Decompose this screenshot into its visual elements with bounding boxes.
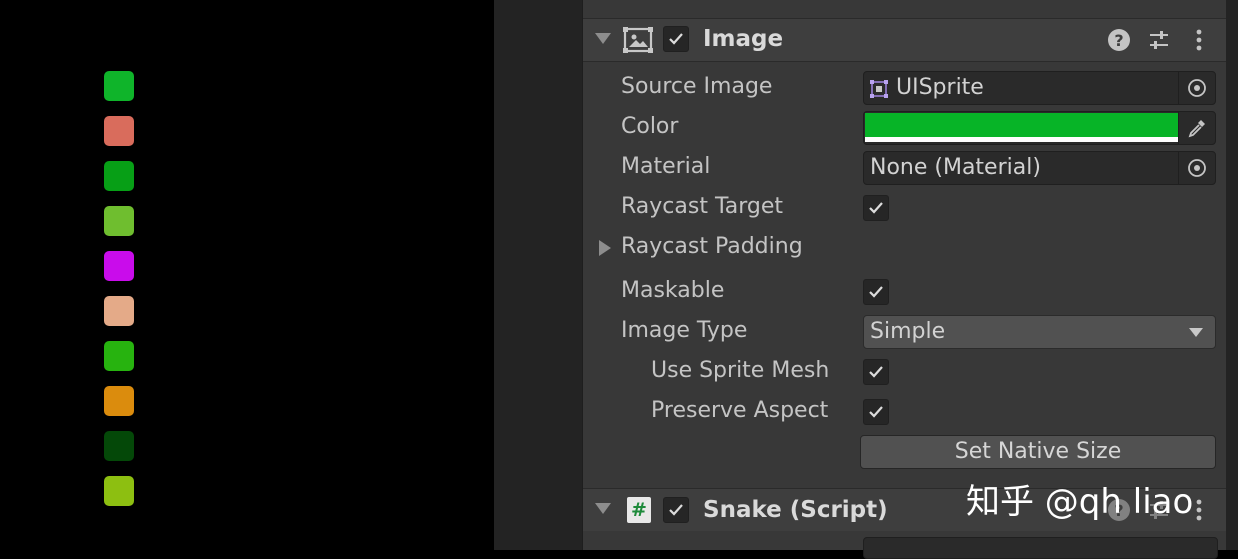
set-native-size-button[interactable]: Set Native Size: [860, 435, 1216, 469]
color-field[interactable]: [863, 111, 1216, 145]
script-field[interactable]: [863, 537, 1218, 559]
maskable-label: Maskable: [621, 278, 725, 303]
foldout-arrow-icon[interactable]: [599, 240, 611, 256]
source-image-label: Source Image: [621, 74, 773, 99]
target-picker-icon: [1188, 79, 1206, 97]
image-component-header[interactable]: Image ?: [583, 18, 1227, 62]
swatch-3: [104, 161, 134, 191]
use-sprite-mesh-checkbox[interactable]: [863, 359, 889, 385]
alpha-bar: [865, 137, 1179, 142]
scrollbar-track[interactable]: [1226, 0, 1238, 550]
component-title: Image: [703, 26, 784, 52]
raycast-target-label: Raycast Target: [621, 194, 784, 219]
script-field-row: [583, 531, 1227, 559]
snake-enabled-checkbox[interactable]: [663, 497, 689, 523]
eyedropper-button[interactable]: [1178, 112, 1215, 144]
image-enabled-checkbox[interactable]: [663, 26, 689, 52]
checkmark-icon: [869, 202, 883, 214]
color-swatch[interactable]: [865, 113, 1179, 137]
dropdown-arrow-icon: [1189, 328, 1203, 337]
raycast-padding-label[interactable]: Raycast Padding: [621, 234, 803, 259]
material-value: None (Material): [870, 155, 1041, 180]
source-image-field[interactable]: UISprite: [863, 71, 1216, 105]
foldout-arrow-icon[interactable]: [595, 503, 611, 514]
swatch-8: [104, 386, 134, 416]
raycast-target-checkbox[interactable]: [863, 195, 889, 221]
swatch-7: [104, 341, 134, 371]
material-label: Material: [621, 154, 711, 179]
swatch-4: [104, 206, 134, 236]
use-sprite-mesh-label: Use Sprite Mesh: [651, 358, 830, 383]
checkmark-icon: [869, 366, 883, 378]
checkmark-icon: [869, 286, 883, 298]
swatch-6: [104, 296, 134, 326]
component-title: Snake (Script): [703, 497, 888, 523]
preserve-aspect-checkbox[interactable]: [863, 399, 889, 425]
swatch-9: [104, 431, 134, 461]
foldout-arrow-icon[interactable]: [595, 33, 611, 44]
swatch-10: [104, 476, 134, 506]
image-type-dropdown[interactable]: Simple: [863, 315, 1216, 349]
checkmark-icon: [669, 504, 683, 516]
swatch-2: [104, 116, 134, 146]
svg-text:?: ?: [1114, 31, 1123, 50]
game-view: [0, 0, 494, 550]
maskable-checkbox[interactable]: [863, 279, 889, 305]
checkmark-icon: [869, 406, 883, 418]
scene-view-panel: [494, 0, 582, 550]
material-field[interactable]: None (Material): [863, 151, 1216, 185]
csharp-script-icon: #: [627, 497, 651, 523]
swatch-5: [104, 251, 134, 281]
object-picker-button[interactable]: [1178, 72, 1215, 104]
target-picker-icon: [1188, 159, 1206, 177]
eyedropper-icon: [1188, 120, 1205, 138]
color-label: Color: [621, 114, 679, 139]
object-picker-button[interactable]: [1178, 152, 1215, 184]
swatch-1: [104, 71, 134, 101]
sprite-icon: [870, 80, 888, 98]
image-type-value: Simple: [870, 319, 946, 344]
inspector-top-strip: [583, 0, 1227, 20]
watermark: 知乎 @qh liao: [966, 482, 1194, 522]
checkmark-icon: [669, 33, 683, 45]
kebab-menu-icon[interactable]: [1186, 27, 1212, 53]
inspector-panel: Image ? Source Image UISprite Color Mate…: [582, 0, 1227, 559]
image-type-label: Image Type: [621, 318, 748, 343]
image-component-icon: [623, 27, 653, 53]
source-image-value: UISprite: [896, 75, 984, 100]
help-icon[interactable]: ?: [1106, 27, 1132, 53]
preset-sliders-icon[interactable]: [1146, 27, 1172, 53]
preserve-aspect-label: Preserve Aspect: [651, 398, 829, 423]
